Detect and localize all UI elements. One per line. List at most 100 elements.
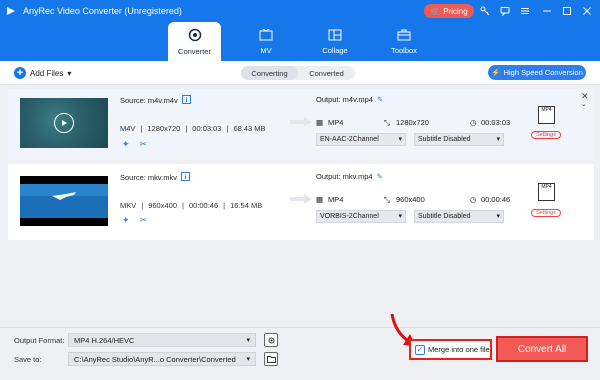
source-name: Source: m4v.m4v xyxy=(120,96,178,105)
checkmark-icon[interactable]: ✓ xyxy=(415,344,425,355)
add-files-button[interactable]: + Add Files ▾ xyxy=(14,66,71,80)
settings-button[interactable]: Settings xyxy=(531,131,561,139)
audio-track-select[interactable]: VORBIS-2Channel ▾ xyxy=(316,210,406,223)
tab-converter[interactable]: Converter xyxy=(168,22,221,61)
pricing-button[interactable]: 🛒 Pricing xyxy=(424,4,474,18)
pencil-icon[interactable]: ✎ xyxy=(377,95,383,104)
merge-label: Merge into one file xyxy=(428,345,490,354)
high-speed-label: High Speed Conversion xyxy=(503,68,583,77)
output-name: Output: mkv.mp4 xyxy=(316,172,373,181)
app-title: AnyRec Video Converter (Unregistered) xyxy=(23,6,182,16)
plus-icon: + xyxy=(14,67,26,79)
close-icon[interactable] xyxy=(580,4,594,18)
source-format: MKV xyxy=(120,201,137,210)
chevron-down-icon: ▾ xyxy=(246,337,250,344)
settings-button[interactable]: Settings xyxy=(531,209,561,217)
video-thumbnail[interactable] xyxy=(20,176,108,226)
film-icon: ▦ xyxy=(316,195,324,204)
output-duration: 00:03:03 xyxy=(481,118,511,127)
add-files-label: Add Files xyxy=(30,68,64,78)
output-format-badge[interactable]: MP4 xyxy=(538,106,555,124)
source-duration: 00:00:46 xyxy=(188,201,219,210)
resize-icon: ⤡ xyxy=(384,118,390,127)
info-icon[interactable] xyxy=(180,172,190,183)
source-info: Source: m4v.m4v xyxy=(120,95,191,106)
settings-label: Settings xyxy=(536,132,556,138)
divider: | xyxy=(223,201,226,210)
output-resolution: 1280x720 xyxy=(396,118,429,127)
tab-collage[interactable]: Collage xyxy=(309,22,361,61)
edit-tools: ✦ ✂ xyxy=(122,139,147,150)
magic-wand-icon[interactable]: ✦ xyxy=(122,215,130,226)
divider: | xyxy=(226,124,229,133)
arrow-right-icon xyxy=(290,194,312,204)
source-size: 16.54 MB xyxy=(230,201,263,210)
tab-mv[interactable]: MV xyxy=(240,22,292,61)
chevron-down-icon: ▾ xyxy=(398,213,402,220)
chevron-down-icon: ▾ xyxy=(496,136,500,143)
app-logo-icon xyxy=(5,5,17,17)
source-format: M4V xyxy=(120,124,136,133)
source-duration: 00:03:03 xyxy=(192,124,222,133)
divider: | xyxy=(141,201,144,210)
chevron-down-icon: ▾ xyxy=(496,213,500,220)
play-icon[interactable] xyxy=(54,113,74,133)
convert-all-button[interactable]: Convert All xyxy=(496,336,588,362)
source-size: 68.43 MB xyxy=(233,124,266,133)
tab-toolbox[interactable]: Toolbox xyxy=(378,22,430,61)
video-thumbnail[interactable] xyxy=(20,98,108,148)
subtitle-select[interactable]: Subtitle Disabled ▾ xyxy=(414,210,504,223)
scissors-icon[interactable]: ✂ xyxy=(140,139,148,150)
subtitle-value: Subtitle Disabled xyxy=(418,136,471,143)
source-meta: M4V | 1280x720 | 00:03:03 | 68.43 MB xyxy=(120,124,266,133)
output-format-select[interactable]: MP4 H.264/HEVC ▾ xyxy=(68,333,256,347)
tab-converting[interactable]: Converting xyxy=(241,66,298,80)
toolbox-icon xyxy=(397,29,411,43)
info-icon[interactable] xyxy=(181,95,191,106)
convert-all-label: Convert All xyxy=(517,343,567,355)
format-settings-icon[interactable] xyxy=(264,333,278,347)
main-nav: Converter MV Collage Toolbox xyxy=(0,22,600,61)
menu-icon[interactable] xyxy=(518,4,532,18)
source-name: Source: mkv.mkv xyxy=(120,173,177,182)
subtitle-select[interactable]: Subtitle Disabled ▾ xyxy=(414,133,504,146)
output-format-value: MP4 H.264/HEVC xyxy=(74,335,135,345)
minimize-icon[interactable] xyxy=(540,4,554,18)
chevron-down-icon[interactable]: ⌄ xyxy=(581,100,587,108)
output-format-badge[interactable]: MP4 xyxy=(538,183,555,201)
pencil-icon[interactable]: ✎ xyxy=(377,172,383,181)
toolbar: + Add Files ▾ Converting Converted ⚡ Hig… xyxy=(0,61,600,85)
chat-icon[interactable] xyxy=(498,4,512,18)
key-icon[interactable] xyxy=(478,4,492,18)
output-format: MP4 xyxy=(328,118,344,127)
output-resolution: 960x400 xyxy=(396,195,425,204)
maximize-icon[interactable] xyxy=(560,4,574,18)
chevron-down-icon[interactable]: ▾ xyxy=(67,69,71,78)
audio-track-select[interactable]: EN-AAC-2Channel ▾ xyxy=(316,133,406,146)
file-row: Source: m4v.m4v M4V | 1280x720 | 00:03:0… xyxy=(8,89,594,160)
video-preview xyxy=(20,184,108,218)
folder-icon[interactable] xyxy=(264,352,278,366)
film-icon: ▦ xyxy=(316,118,324,127)
source-resolution: 960x400 xyxy=(148,201,177,210)
divider: | xyxy=(140,124,143,133)
scissors-icon[interactable]: ✂ xyxy=(140,215,148,226)
audio-track-value: VORBIS-2Channel xyxy=(320,213,379,220)
cart-icon: 🛒 xyxy=(430,6,441,16)
tab-converted[interactable]: Converted xyxy=(298,66,355,80)
clock-icon: ◷ xyxy=(470,118,477,127)
merge-into-one-file-checkbox[interactable]: ✓ Merge into one file xyxy=(409,339,492,360)
divider: | xyxy=(185,124,188,133)
source-info: Source: mkv.mkv xyxy=(120,172,190,183)
high-speed-conversion-button[interactable]: ⚡ High Speed Conversion xyxy=(488,65,586,80)
save-to-select[interactable]: C:\AnyRec Studio\AnyR...o Converter\Conv… xyxy=(68,352,256,366)
tab-label: Converter xyxy=(178,46,211,56)
source-meta: MKV | 960x400 | 00:00:46 | 16.54 MB xyxy=(120,201,262,210)
audio-track-value: EN-AAC-2Channel xyxy=(320,136,379,143)
mv-icon xyxy=(259,28,273,43)
tab-label: Collage xyxy=(322,45,348,55)
collage-icon xyxy=(328,29,342,43)
magic-wand-icon[interactable]: ✦ xyxy=(122,139,130,150)
settings-label: Settings xyxy=(536,210,556,216)
format-badge-label: MP4 xyxy=(541,107,552,113)
